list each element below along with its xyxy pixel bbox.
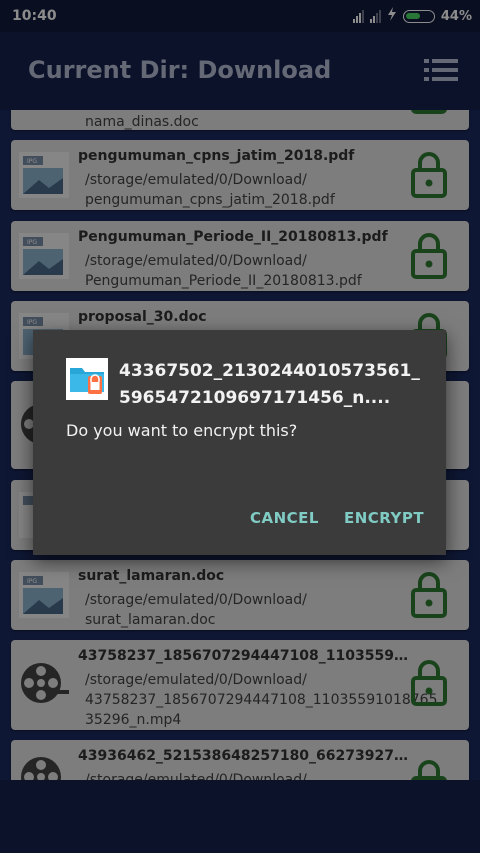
dialog-message: Do you want to encrypt this? [66,421,298,440]
encrypt-dialog: 43367502_2130244010573561_59654721096971… [33,330,446,555]
encrypt-button[interactable]: ENCRYPT [344,509,424,527]
dialog-title: 43367502_2130244010573561_59654721096971… [119,361,420,408]
encrypted-folder-icon [66,358,108,400]
cancel-button[interactable]: CANCEL [250,509,319,527]
